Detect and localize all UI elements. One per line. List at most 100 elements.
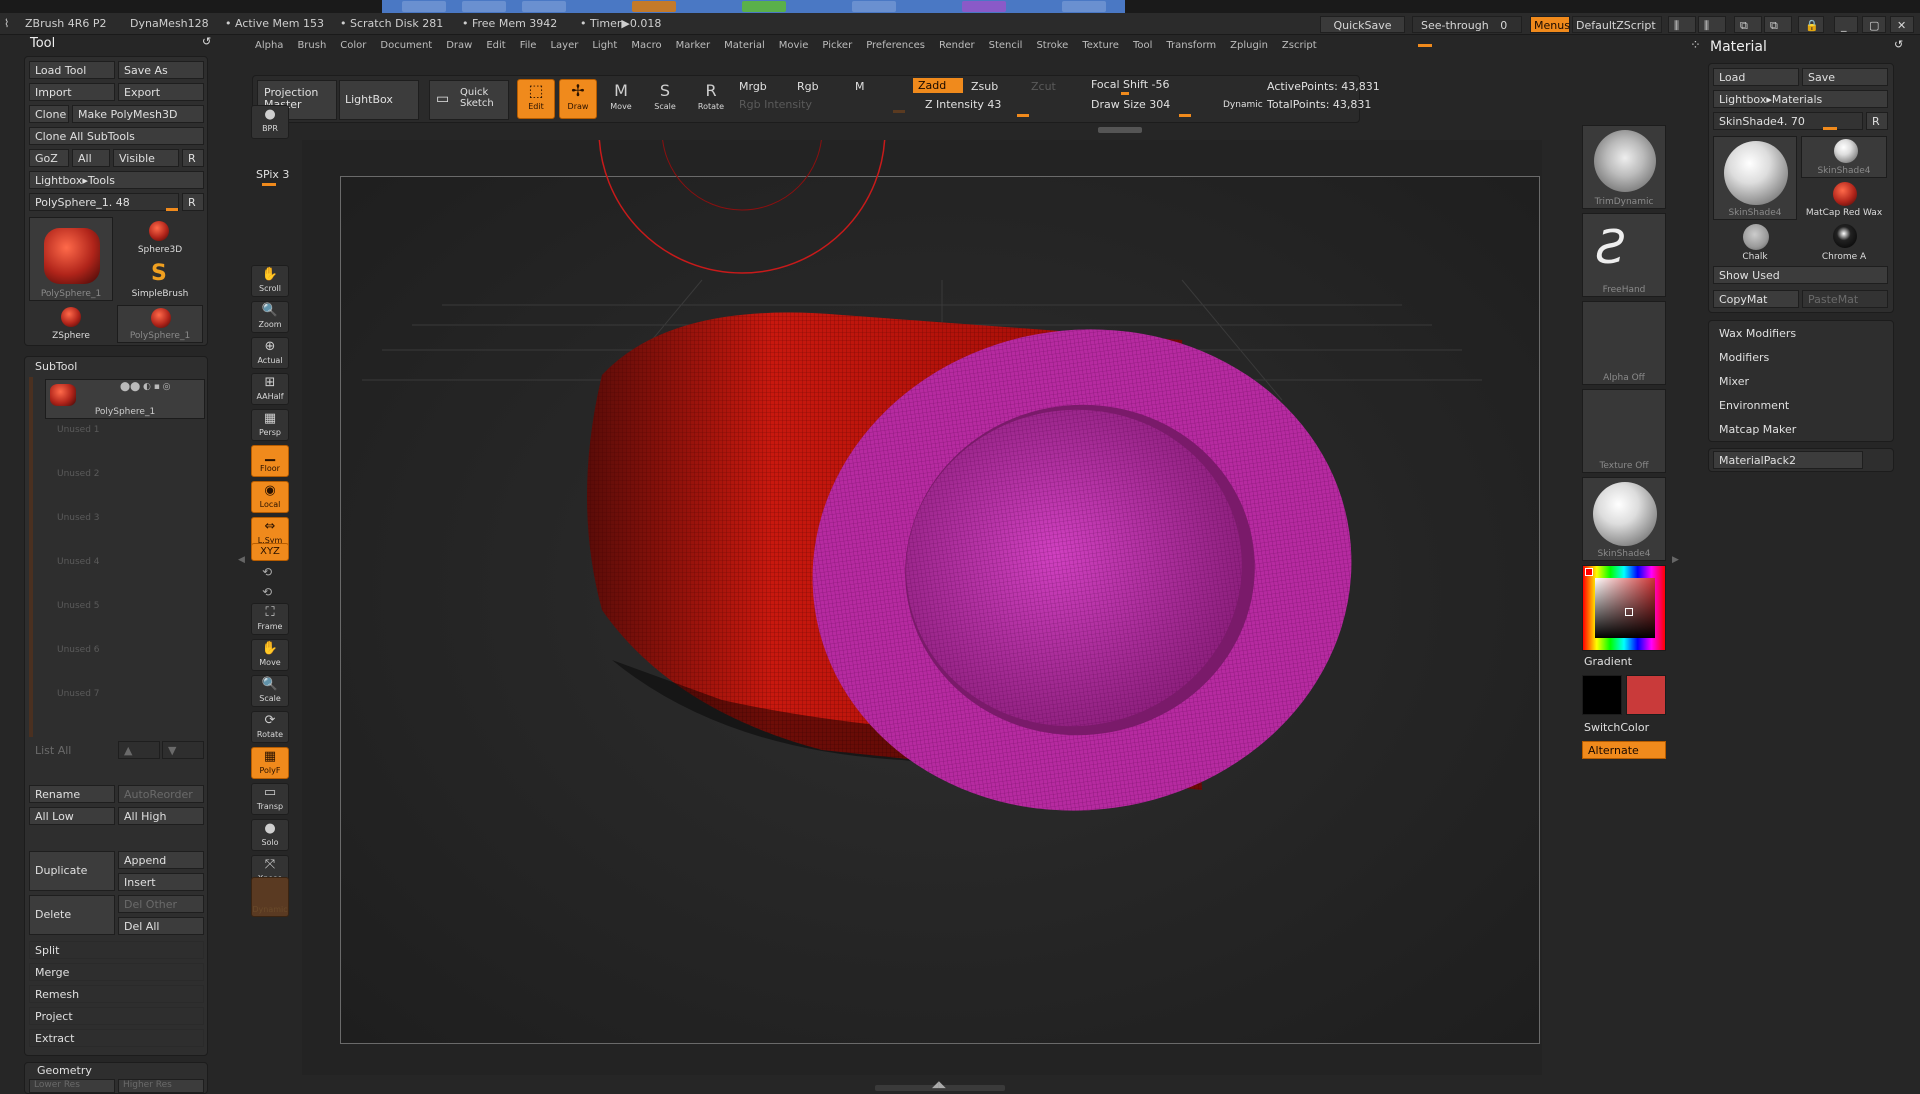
import-button[interactable]: Import — [29, 83, 115, 101]
panel-refresh-icon[interactable]: ↺ — [202, 35, 211, 48]
zcut-button[interactable]: Zcut — [1031, 80, 1056, 93]
panel-grip-icon[interactable]: ⁘ — [1690, 38, 1701, 53]
scale-mode-button[interactable]: S Scale — [647, 79, 683, 119]
see-through-slider[interactable]: See-through 0 — [1412, 16, 1522, 33]
xyz-button[interactable]: XYZ — [251, 543, 289, 561]
menu-macro[interactable]: Macro — [631, 40, 661, 51]
spix-slider[interactable]: SPix 3 — [256, 168, 289, 181]
color-picker-cursor[interactable] — [1625, 608, 1633, 616]
draw-button[interactable]: ✢ Draw — [559, 79, 597, 119]
move-up-icon[interactable]: ▲ — [118, 741, 160, 759]
menu-layer[interactable]: Layer — [550, 40, 578, 51]
layout-1-icon[interactable]: ⧉ — [1734, 16, 1762, 33]
subtool-visibility-icons[interactable]: ⬤⬤ ◐ ▪ ◎ — [120, 382, 171, 392]
default-zscript-button[interactable]: DefaultZScript — [1572, 16, 1662, 33]
rename-button[interactable]: Rename — [29, 785, 115, 803]
show-used-button[interactable]: Show Used — [1713, 266, 1888, 284]
goz-r-button[interactable]: R — [182, 149, 204, 167]
z-intensity-slider[interactable]: Z Intensity 43 — [925, 98, 1001, 111]
current-material-slider[interactable]: SkinShade4. 70 — [1713, 112, 1863, 130]
subtool-unused-slot[interactable]: Unused 1 — [45, 421, 205, 461]
subtool-unused-slot[interactable]: Unused 6 — [45, 641, 205, 681]
stroke-thumb[interactable]: Ƨ FreeHand — [1582, 213, 1666, 297]
menu-render[interactable]: Render — [939, 40, 975, 51]
material-thumb-chalk[interactable]: Chalk — [1713, 222, 1797, 262]
menu-transform[interactable]: Transform — [1166, 40, 1216, 51]
material-r-button[interactable]: R — [1866, 112, 1888, 130]
menu-movie[interactable]: Movie — [779, 40, 809, 51]
taskbar-app-icon[interactable] — [632, 1, 676, 12]
tool-thumb-simplebrush[interactable]: S SimpleBrush — [117, 261, 203, 303]
goz-all-button[interactable]: All — [72, 149, 110, 167]
menu-preferences[interactable]: Preferences — [866, 40, 925, 51]
taskbar-app-icon[interactable] — [1062, 1, 1106, 12]
close-icon[interactable]: ✕ — [1890, 16, 1914, 33]
move-mode-button[interactable]: M Move — [603, 79, 639, 119]
subtool-unused-slot[interactable]: Unused 4 — [45, 553, 205, 593]
menu-zplugin[interactable]: Zplugin — [1230, 40, 1268, 51]
subtool-unused-slot[interactable]: Unused 5 — [45, 597, 205, 637]
menu-edit[interactable]: Edit — [486, 40, 505, 51]
primary-color-swatch[interactable] — [1582, 675, 1622, 715]
zoom-button[interactable]: 🔍 Zoom — [251, 301, 289, 333]
auto-reorder-button[interactable]: AutoReorder — [118, 785, 204, 803]
material-section-modifiers[interactable]: Modifiers — [1719, 351, 1769, 364]
mrgb-button[interactable]: Mrgb — [739, 80, 767, 93]
rotate-z-icon[interactable]: ⟲ — [262, 585, 272, 599]
taskbar-app-icon[interactable] — [852, 1, 896, 12]
menu-marker[interactable]: Marker — [676, 40, 711, 51]
make-polymesh-button[interactable]: Make PolyMesh3D — [72, 105, 204, 123]
higher-res-button[interactable]: Higher Res — [118, 1079, 204, 1093]
material-section-matcap-maker[interactable]: Matcap Maker — [1719, 423, 1796, 436]
alternate-button[interactable]: Alternate — [1582, 741, 1666, 759]
save-as-button[interactable]: Save As — [118, 61, 204, 79]
left-tray-arrow-icon[interactable]: ◀ — [238, 555, 245, 565]
taskbar-app-icon[interactable] — [462, 1, 506, 12]
secondary-color-swatch[interactable] — [1626, 675, 1666, 715]
zadd-button[interactable]: Zadd — [913, 78, 963, 93]
split-button[interactable]: Split — [29, 941, 204, 959]
subtool-active-item[interactable]: ⬤⬤ ◐ ▪ ◎ PolySphere_1 — [45, 379, 205, 419]
edit-button[interactable]: ⬚ Edit — [517, 79, 555, 119]
tool-thumb-zsphere[interactable]: ZSphere — [29, 305, 113, 345]
project-button[interactable]: Project — [29, 1007, 204, 1025]
lock-icon[interactable]: 🔒 — [1798, 16, 1824, 33]
frame-button[interactable]: ⛶ Frame — [251, 603, 289, 635]
merge-button[interactable]: Merge — [29, 963, 204, 981]
lightbox-tools-button[interactable]: Lightbox▸Tools — [29, 171, 204, 189]
tool-thumb-sphere3d[interactable]: Sphere3D — [117, 217, 203, 259]
taskbar-app-icon[interactable] — [742, 1, 786, 12]
delete-button[interactable]: Delete — [29, 895, 115, 935]
material-thumb[interactable]: SkinShade4 — [1582, 477, 1666, 561]
all-high-button[interactable]: All High — [118, 807, 204, 825]
menu-texture[interactable]: Texture — [1082, 40, 1119, 51]
dynamic-button[interactable]: Dynamic — [1223, 100, 1263, 110]
switch-color-button[interactable]: SwitchColor — [1584, 721, 1649, 734]
move-down-icon[interactable]: ▼ — [162, 741, 204, 759]
menus-button[interactable]: Menus — [1530, 16, 1570, 33]
menu-picker[interactable]: Picker — [822, 40, 852, 51]
menu-color[interactable]: Color — [340, 40, 366, 51]
palette-right-icon[interactable]: ⫼ — [1698, 16, 1726, 33]
hue-marker[interactable] — [1585, 568, 1593, 576]
brush-thumb[interactable]: TrimDynamic — [1582, 125, 1666, 209]
lightbox-materials-button[interactable]: Lightbox▸Materials — [1713, 90, 1888, 108]
material-load-button[interactable]: Load — [1713, 68, 1799, 86]
zsub-button[interactable]: Zsub — [971, 80, 998, 93]
export-button[interactable]: Export — [118, 83, 204, 101]
menu-material[interactable]: Material — [724, 40, 765, 51]
all-low-button[interactable]: All Low — [29, 807, 115, 825]
rotate-mode-button[interactable]: R Rotate — [693, 79, 729, 119]
polyf-button[interactable]: ▦ PolyF — [251, 747, 289, 779]
rotate-button[interactable]: ⟳ Rotate — [251, 711, 289, 743]
material-section-mixer[interactable]: Mixer — [1719, 375, 1749, 388]
actual-button[interactable]: ⊕ Actual — [251, 337, 289, 369]
material-section-environment[interactable]: Environment — [1719, 399, 1789, 412]
palette-left-icon[interactable]: ⫼ — [1668, 16, 1696, 33]
list-all-button[interactable]: List All — [29, 741, 115, 759]
menu-document[interactable]: Document — [380, 40, 432, 51]
aahalf-button[interactable]: ⊞ AAHalf — [251, 373, 289, 405]
rgb-button[interactable]: Rgb — [797, 80, 819, 93]
color-picker[interactable] — [1582, 565, 1666, 651]
insert-button[interactable]: Insert — [118, 873, 204, 891]
